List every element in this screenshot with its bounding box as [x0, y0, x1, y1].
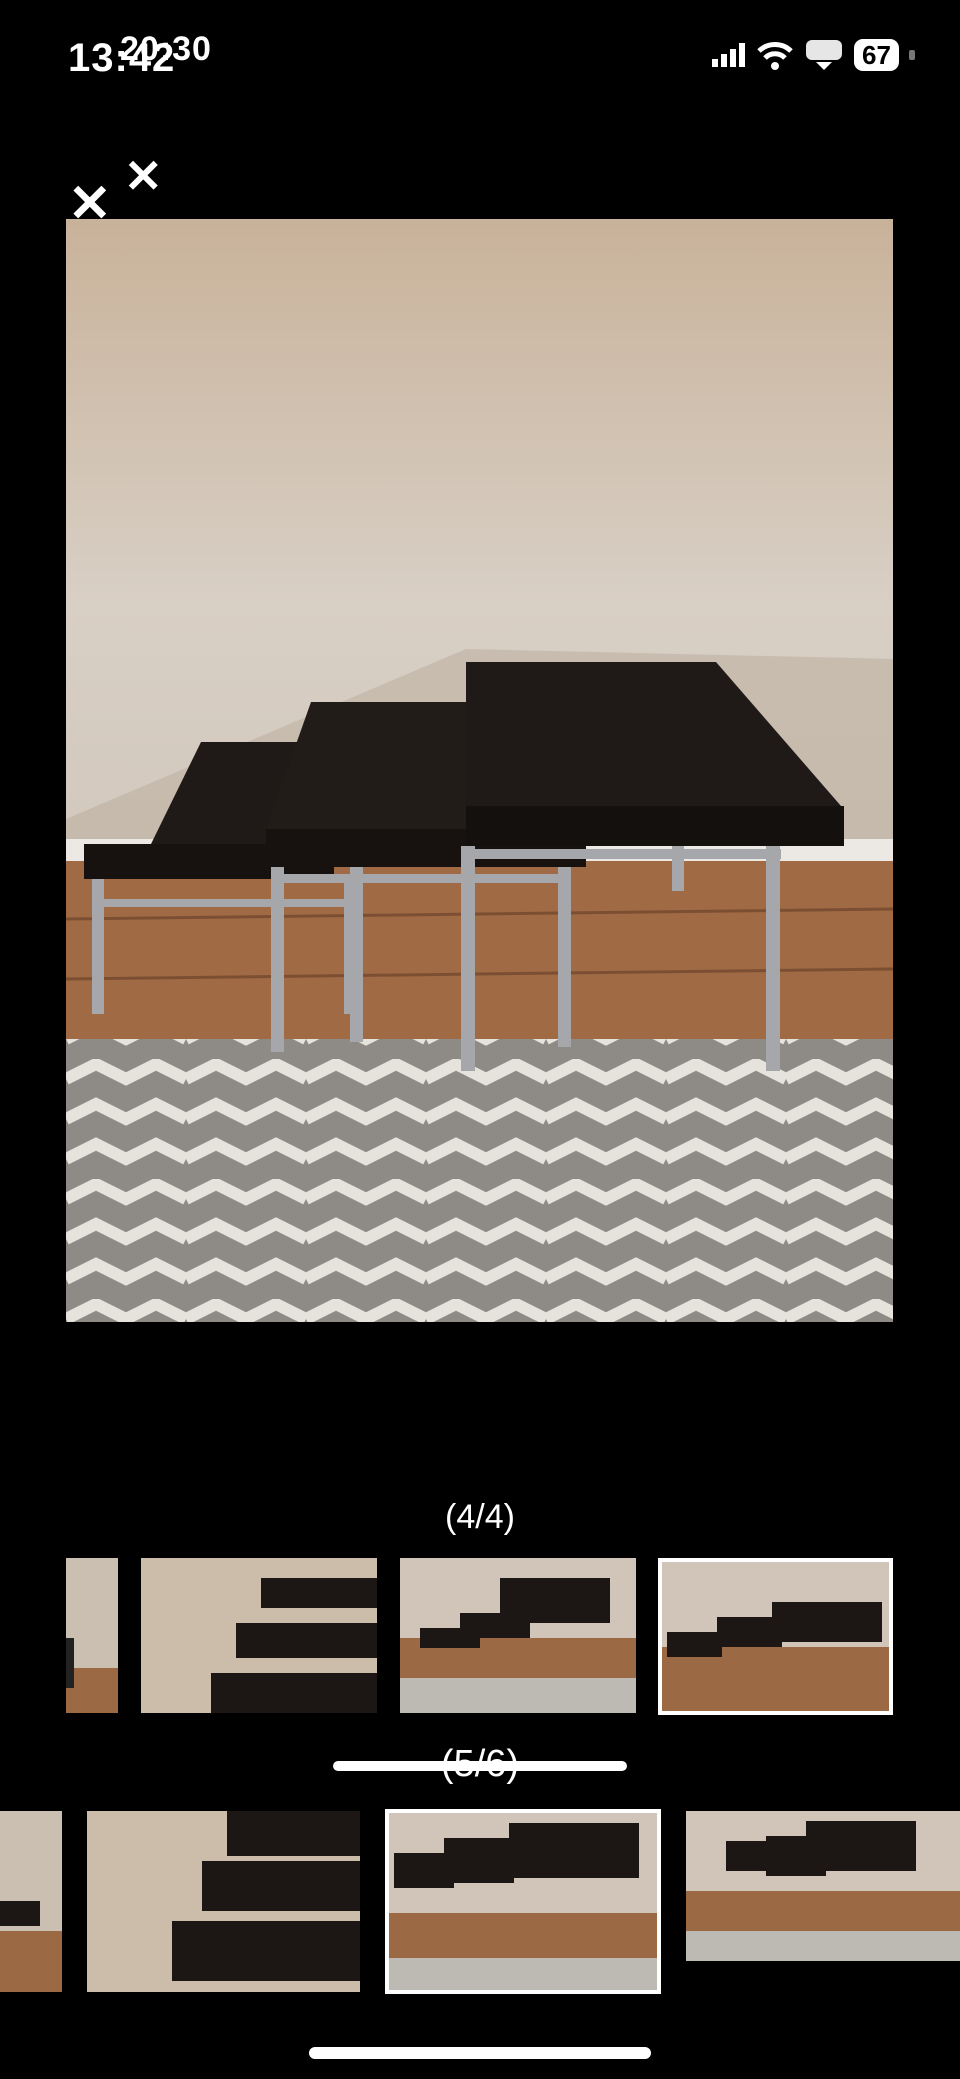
thumbnail-1-image: [66, 1558, 118, 1713]
thumbnail-c-image: [389, 1813, 657, 1990]
cellular-signal-icon: [712, 43, 745, 67]
main-photo: [66, 219, 893, 1322]
status-time: 13:42: [68, 36, 176, 80]
battery-tip-icon: [908, 50, 915, 60]
thumbnail-4-image: [662, 1562, 889, 1711]
thumbnail-d-image: [686, 1811, 960, 1961]
thumbnail-d[interactable]: [686, 1811, 960, 1961]
battery-indicator: 67: [854, 39, 899, 71]
thumbnail-a[interactable]: [0, 1811, 62, 1992]
home-indicator: [309, 2047, 651, 2059]
wifi-icon: [757, 42, 793, 70]
thumbnail-b-image: [87, 1811, 360, 1992]
close-icon-back[interactable]: ✕: [124, 150, 163, 202]
status-icons: 67: [712, 38, 919, 72]
thumbnail-1[interactable]: [66, 1558, 118, 1713]
thumbnail-b[interactable]: [87, 1811, 360, 1992]
thumbnail-2[interactable]: [141, 1558, 377, 1713]
thumbnail-4-selected[interactable]: [658, 1558, 893, 1715]
thumbnail-3-image: [400, 1558, 636, 1713]
wifi-icon-back: [806, 40, 842, 70]
thumbnail-a-image: [0, 1811, 62, 1992]
photo-counter: (5/6): [440, 1743, 520, 1785]
photo-counter-back: (4/4): [445, 1498, 515, 1536]
thumbnail-2-image: [141, 1558, 377, 1713]
thumbnail-3[interactable]: [400, 1558, 636, 1713]
nesting-tables-photo: [66, 219, 893, 1322]
thumbnail-c-selected[interactable]: [385, 1809, 661, 1994]
